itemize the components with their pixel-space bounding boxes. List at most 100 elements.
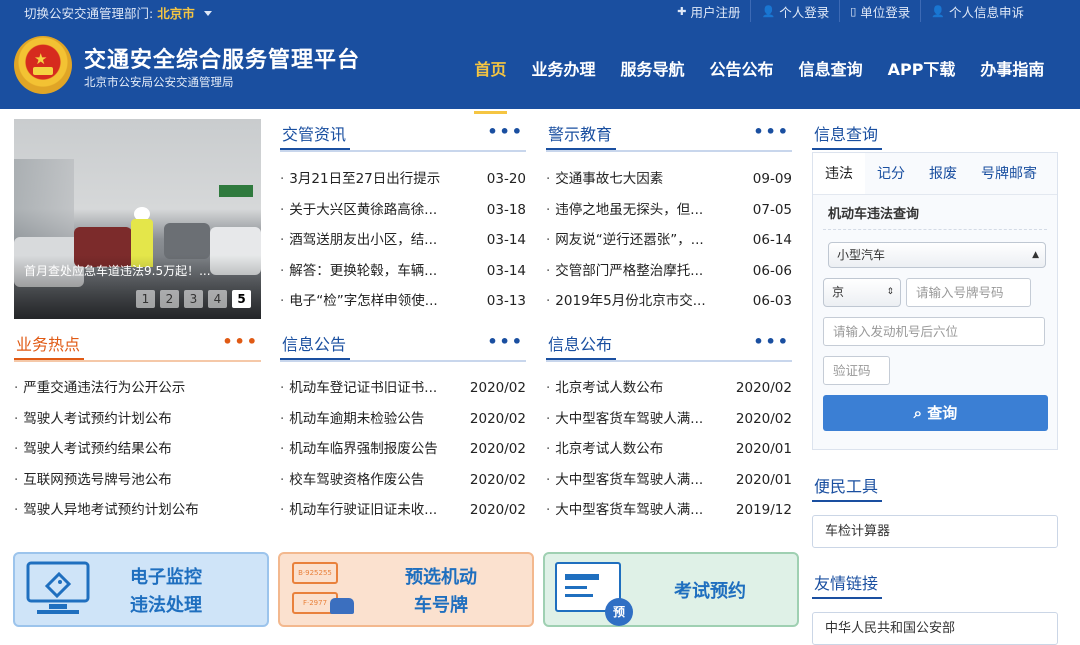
tab-points[interactable]: 记分 (865, 153, 917, 194)
more-icon[interactable]: ••• (222, 332, 259, 351)
list-item[interactable]: 互联网预选号牌号池公布 (14, 465, 261, 496)
more-icon[interactable]: ••• (487, 332, 524, 351)
section-header-query: 信息查询 (811, 118, 1058, 152)
list-item[interactable]: 解答：更换轮毂，车辆...03-14 (280, 256, 526, 287)
engine-number-input[interactable]: 请输入发动机号后六位 (823, 317, 1045, 346)
list-item[interactable]: 3月21日至27日出行提示03-20 (280, 164, 526, 195)
banner-caption[interactable]: 首月查处应急车道违法9.5万起！... (24, 262, 256, 279)
nav-service[interactable]: 服务导航 (608, 44, 697, 96)
section-title[interactable]: 信息公告 (279, 331, 351, 360)
section-title[interactable]: 警示教育 (545, 121, 617, 150)
more-icon[interactable]: ••• (753, 332, 790, 351)
exam-card-icon: 预 (555, 562, 635, 626)
list-yewu: 严重交通违法行为公开公示 驾驶人考试预约计划公布 驾驶人考试预约结果公布 互联网… (14, 373, 261, 526)
building-icon: ▯ (850, 4, 857, 18)
dept-label: 切换公安交通管理部门: (24, 6, 154, 21)
list-item[interactable]: 机动车逾期未检验公告2020/02 (280, 404, 526, 435)
list-item[interactable]: 大中型客货车驾驶人满...2020/01 (546, 465, 792, 496)
list-item[interactable]: 2019年5月份北京市交...06-03 (546, 286, 792, 317)
nav-business[interactable]: 业务办理 (519, 44, 608, 96)
section-header-links: 友情链接 (811, 567, 1058, 601)
banner-page-2[interactable]: 2 (160, 290, 179, 308)
updown-icon: ⇕ (886, 287, 894, 297)
list-item[interactable]: 北京考试人数公布2020/02 (546, 373, 792, 404)
site-header: ★ 交通安全综合服务管理平台 北京市公安局公安交通管理局 首页 业务办理 服务导… (0, 22, 1080, 114)
updown-icon: ▲ (1032, 250, 1039, 260)
card-line1: 预选机动 (405, 567, 477, 588)
banner-pager: 1 2 3 4 5 (131, 290, 251, 308)
plate-number-input[interactable]: 请输入号牌号码 (906, 278, 1031, 307)
list-item[interactable]: 驾驶人异地考试预约计划公布 (14, 495, 261, 526)
personal-login-link[interactable]: 👤 个人登录 (750, 0, 839, 22)
more-icon[interactable]: ••• (487, 122, 524, 141)
nav-guide[interactable]: 办事指南 (968, 44, 1057, 96)
vehicle-type-select[interactable]: 小型汽车 ▲ (828, 242, 1046, 268)
banner-page-5[interactable]: 5 (232, 290, 251, 308)
nav-info-query[interactable]: 信息查询 (786, 44, 875, 96)
section-title[interactable]: 业务热点 (13, 331, 85, 360)
dept-value: 北京市 (157, 6, 195, 21)
query-tabs: 违法 记分 报废 号牌邮寄 (813, 153, 1057, 195)
list-item[interactable]: 电子“检”字怎样申领使...03-13 (280, 286, 526, 317)
list-xinxigg: 机动车登记证书旧证书...2020/02 机动车逾期未检验公告2020/02 机… (280, 373, 526, 526)
section-header-jiaoguan: 交管资讯 ••• (279, 118, 526, 152)
section-header-xinxigg: 信息公告 ••• (279, 328, 526, 362)
car-inspection-calculator-link[interactable]: 车检计算器 (812, 515, 1058, 548)
dept-switcher[interactable]: 切换公安交通管理部门: 北京市 (24, 3, 212, 22)
card-line1: 电子监控 (130, 567, 202, 588)
province-select[interactable]: 京 ⇕ (823, 278, 901, 307)
appeal-link[interactable]: 👤 个人信息申诉 (920, 0, 1034, 22)
list-item[interactable]: 机动车临界强制报废公告2020/02 (280, 434, 526, 465)
list-item[interactable]: 大中型客货车驾驶人满...2019/12 (546, 495, 792, 526)
list-item[interactable]: 北京考试人数公布2020/01 (546, 434, 792, 465)
unit-login-link[interactable]: ▯ 单位登录 (839, 0, 920, 22)
section-header-yewu: 业务热点 ••• (13, 328, 261, 362)
top-links: ✚ 用户注册 👤 个人登录 ▯ 单位登录 👤 个人信息申诉 (667, 0, 1034, 22)
exam-booking-card[interactable]: 预 考试预约 (543, 552, 799, 627)
nav-home[interactable]: 首页 (462, 44, 519, 114)
list-item[interactable]: 机动车登记证书旧证书...2020/02 (280, 373, 526, 404)
more-icon[interactable]: ••• (753, 122, 790, 141)
banner-page-1[interactable]: 1 (136, 290, 155, 308)
monitor-icon (26, 561, 90, 614)
list-item[interactable]: 严重交通违法行为公开公示 (14, 373, 261, 404)
section-title[interactable]: 信息公布 (545, 331, 617, 360)
tab-plate-mail[interactable]: 号牌邮寄 (969, 153, 1049, 194)
violation-query-panel: 违法 记分 报废 号牌邮寄 机动车违法查询 小型汽车 ▲ 京 ⇕ 请输入号牌号码 请… (812, 152, 1058, 450)
list-item[interactable]: 违停之地虽无探头，但...07-05 (546, 195, 792, 226)
site-title: 交通安全综合服务管理平台 (84, 48, 361, 73)
nav-notice[interactable]: 公告公布 (697, 44, 786, 96)
list-item[interactable]: 交通事故七大因素09-09 (546, 164, 792, 195)
e-monitor-card[interactable]: 电子监控 违法处理 (13, 552, 269, 627)
section-title[interactable]: 交管资讯 (279, 121, 351, 150)
search-icon: ⌕ (913, 404, 928, 422)
tab-scrap[interactable]: 报废 (917, 153, 969, 194)
list-item[interactable]: 网友说“逆行还嚣张”，...06-14 (546, 225, 792, 256)
nav-app-download[interactable]: APP下载 (875, 44, 968, 96)
main-nav: 首页 业务办理 服务导航 公告公布 信息查询 APP下载 办事指南 (462, 44, 1057, 114)
list-item[interactable]: 驾驶人考试预约结果公布 (14, 434, 261, 465)
section-title: 友情链接 (811, 570, 883, 599)
card-line2: 车号牌 (414, 595, 468, 616)
list-item[interactable]: 大中型客货车驾驶人满...2020/02 (546, 404, 792, 435)
mps-link[interactable]: 中华人民共和国公安部 (812, 612, 1058, 645)
plate-preselect-card[interactable]: B·925255 F·2977 预选机动 车号牌 (278, 552, 534, 627)
list-item[interactable]: 机动车行驶证旧证未收...2020/02 (280, 495, 526, 526)
form-title: 机动车违法查询 (828, 207, 920, 222)
user-icon: 👤 (761, 4, 776, 18)
tab-violation[interactable]: 违法 (813, 153, 865, 194)
list-item[interactable]: 酒驾送朋友出小区，结...03-14 (280, 225, 526, 256)
captcha-input[interactable]: 验证码 (823, 356, 890, 385)
news-banner[interactable]: 首月查处应急车道违法9.5万起！... 1 2 3 4 5 (14, 119, 261, 319)
list-item[interactable]: 驾驶人考试预约计划公布 (14, 404, 261, 435)
list-item[interactable]: 校车驾驶资格作废公告2020/02 (280, 465, 526, 496)
register-link[interactable]: ✚ 用户注册 (667, 0, 750, 22)
banner-page-4[interactable]: 4 (208, 290, 227, 308)
list-item[interactable]: 交管部门严格整治摩托...06-06 (546, 256, 792, 287)
list-item[interactable]: 关于大兴区黄徐路高徐...03-18 (280, 195, 526, 226)
query-button[interactable]: ⌕ 查询 (823, 395, 1048, 431)
list-xinxigb: 北京考试人数公布2020/02 大中型客货车驾驶人满...2020/02 北京考… (546, 373, 792, 526)
banner-page-3[interactable]: 3 (184, 290, 203, 308)
list-jiaoguan: 3月21日至27日出行提示03-20 关于大兴区黄徐路高徐...03-18 酒驾… (280, 164, 526, 317)
card-line1: 考试预约 (674, 581, 746, 602)
